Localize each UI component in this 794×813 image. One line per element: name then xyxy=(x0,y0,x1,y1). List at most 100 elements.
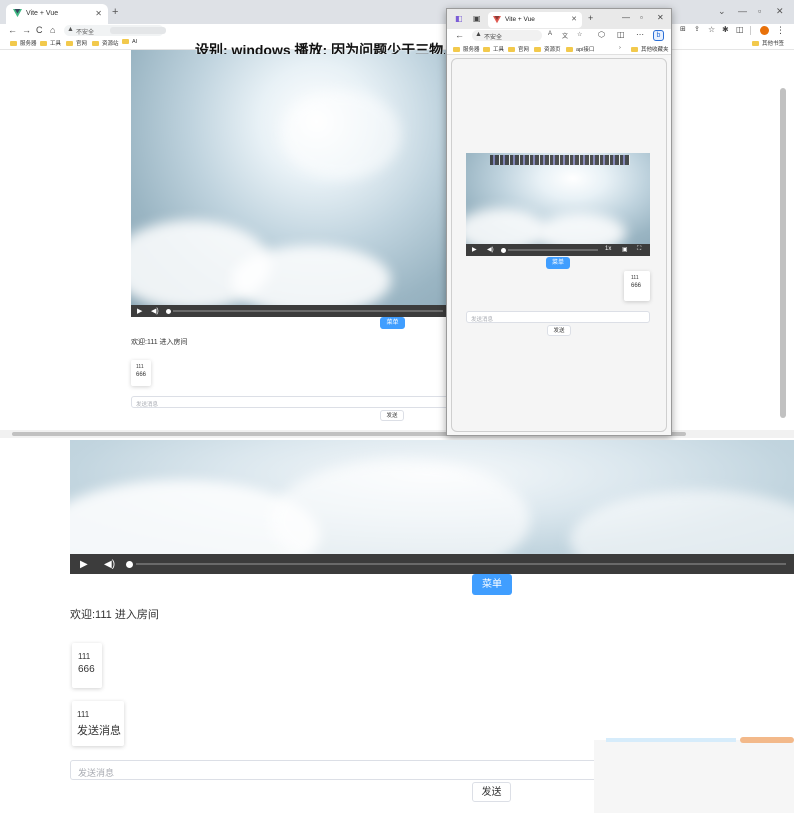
edge-video-caption xyxy=(490,155,630,165)
new-tab-icon[interactable]: + xyxy=(112,6,118,18)
message-input-zoomed[interactable]: 发送消息 xyxy=(70,760,600,780)
folder-icon xyxy=(631,47,638,52)
other-favorites[interactable]: 其他收藏夹 xyxy=(631,45,669,53)
favorite-item[interactable]: 官网 xyxy=(508,45,529,53)
bookmark-item[interactable]: 服务器 xyxy=(10,39,37,47)
bookmark-item[interactable]: 资源站 xyxy=(92,39,119,47)
translate-icon[interactable]: ⊞ xyxy=(680,25,686,33)
favorites-icon[interactable]: ☆ xyxy=(577,31,582,38)
video-control-bar-zoomed: ▶ ◀) xyxy=(70,554,794,574)
video-frame-zoomed[interactable] xyxy=(70,440,794,554)
vertical-scroll-thumb[interactable] xyxy=(780,88,786,418)
welcome-message-zoomed: 欢迎:111 进入房间 xyxy=(70,609,159,621)
chat-user: 111 xyxy=(631,275,639,281)
volume-icon[interactable]: ◀) xyxy=(104,559,115,570)
video-caption: 设别: windows 播放: 因为问题少于三物... xyxy=(195,42,445,54)
popup-header-band xyxy=(606,738,736,742)
close-window-icon[interactable]: ✕ xyxy=(657,13,664,22)
close-tab-icon[interactable]: ✕ xyxy=(571,15,577,23)
bing-copilot-icon[interactable]: b xyxy=(653,30,664,41)
edge-message-input[interactable]: 发送消息 xyxy=(466,311,650,323)
chevron-right-icon[interactable]: › xyxy=(619,45,621,51)
bookmark-item[interactable]: 工具 xyxy=(40,39,61,47)
chat-text: 666 xyxy=(78,664,95,675)
edge-tab-title: Vite + Vue xyxy=(505,16,535,23)
vue-logo-icon xyxy=(493,16,501,24)
progress-track[interactable] xyxy=(508,249,598,251)
bookmark-item[interactable]: 官网 xyxy=(66,39,87,47)
folder-icon xyxy=(10,41,17,46)
volume-icon[interactable]: ◀) xyxy=(487,246,494,253)
progress-track[interactable] xyxy=(173,310,443,312)
bookmark-item[interactable]: AI xyxy=(122,39,137,45)
star-icon[interactable]: ☆ xyxy=(708,25,715,34)
chat-user: 111 xyxy=(136,364,144,370)
favorite-item[interactable]: 资源页 xyxy=(534,45,561,53)
more-menu-icon[interactable]: ⋮ xyxy=(776,25,785,36)
share-icon[interactable]: ⇪ xyxy=(694,25,700,33)
edge-tab[interactable]: Vite + Vue ✕ xyxy=(488,12,582,28)
new-tab-icon[interactable]: + xyxy=(588,13,593,23)
back-icon[interactable]: ← xyxy=(8,25,17,35)
close-tab-icon[interactable]: ✕ xyxy=(95,9,102,18)
minimize-icon[interactable]: — xyxy=(738,6,747,16)
edge-video-frame[interactable] xyxy=(466,153,650,244)
restore-icon[interactable]: ▫ xyxy=(758,6,761,16)
favorite-item[interactable]: 服务器 xyxy=(453,45,480,53)
back-icon[interactable]: ← xyxy=(455,30,464,40)
send-button-zoomed[interactable]: 发送 xyxy=(472,782,511,802)
progress-track[interactable] xyxy=(136,563,786,565)
edge-tabs-icon[interactable]: ▣ xyxy=(473,14,481,23)
edge-address-security-label: 不安全 xyxy=(484,35,503,41)
folder-icon xyxy=(40,41,47,46)
chrome-tab-title: Vite + Vue xyxy=(26,10,59,17)
translate-icon[interactable]: 文 xyxy=(562,31,568,40)
menu-button-zoomed[interactable]: 菜单 xyxy=(472,574,512,595)
edge-menu-button[interactable]: 菜单 xyxy=(546,257,570,269)
profile-avatar[interactable] xyxy=(760,26,769,35)
volume-icon[interactable]: ◀) xyxy=(151,307,159,315)
video-frame[interactable] xyxy=(131,50,451,306)
split-screen-icon[interactable]: ◫ xyxy=(617,30,625,39)
warning-icon: ▲ xyxy=(67,26,74,33)
read-aloud-icon[interactable]: A xyxy=(548,31,552,37)
folder-icon xyxy=(483,47,490,52)
sidepanel-icon[interactable]: ◫ xyxy=(736,25,744,34)
edge-workspace-icon[interactable]: ◧ xyxy=(455,14,463,23)
folder-icon xyxy=(66,41,73,46)
address-security-label: 不安全 xyxy=(76,30,95,36)
close-window-icon[interactable]: ✕ xyxy=(776,6,784,17)
forward-icon[interactable]: → xyxy=(22,25,31,35)
home-icon[interactable]: ⌂ xyxy=(50,25,55,35)
playback-speed[interactable]: 1x xyxy=(605,246,611,252)
chrome-tab[interactable]: Vite + Vue ✕ xyxy=(6,4,108,24)
progress-handle[interactable] xyxy=(126,561,133,568)
edge-address-bar[interactable]: ▲ 不安全 xyxy=(472,30,542,41)
edge-send-button[interactable]: 发送 xyxy=(547,325,571,336)
progress-handle[interactable] xyxy=(501,247,506,253)
extensions-icon[interactable]: ⬡ xyxy=(598,30,605,39)
minimize-icon[interactable]: — xyxy=(622,13,630,22)
address-url-blurred xyxy=(110,27,166,34)
progress-handle[interactable] xyxy=(166,308,171,314)
play-icon[interactable]: ▶ xyxy=(80,559,88,570)
warning-icon: ▲ xyxy=(475,31,482,38)
favorite-item[interactable]: api接口 xyxy=(566,45,594,53)
folder-icon xyxy=(752,41,759,46)
favorite-item[interactable]: 工具 xyxy=(483,45,504,53)
send-button[interactable]: 发送 xyxy=(380,410,404,421)
message-input[interactable]: 发送消息 xyxy=(131,396,449,408)
more-menu-icon[interactable]: ⋯ xyxy=(636,30,644,39)
extensions-icon[interactable]: ✱ xyxy=(722,25,729,34)
play-icon[interactable]: ▶ xyxy=(137,307,142,315)
chat-text: 666 xyxy=(631,283,642,289)
other-bookmarks[interactable]: 其他书签 xyxy=(752,39,784,47)
chevron-down-icon[interactable]: ⌄ xyxy=(718,6,726,17)
pip-icon[interactable]: ▣ xyxy=(622,246,628,253)
restore-icon[interactable]: ▫ xyxy=(640,13,643,22)
vue-logo-icon xyxy=(13,9,22,18)
play-icon[interactable]: ▶ xyxy=(472,246,477,253)
menu-button[interactable]: 菜单 xyxy=(380,317,405,329)
reload-icon[interactable]: C xyxy=(36,25,43,35)
fullscreen-icon[interactable]: ⛶ xyxy=(637,246,641,253)
